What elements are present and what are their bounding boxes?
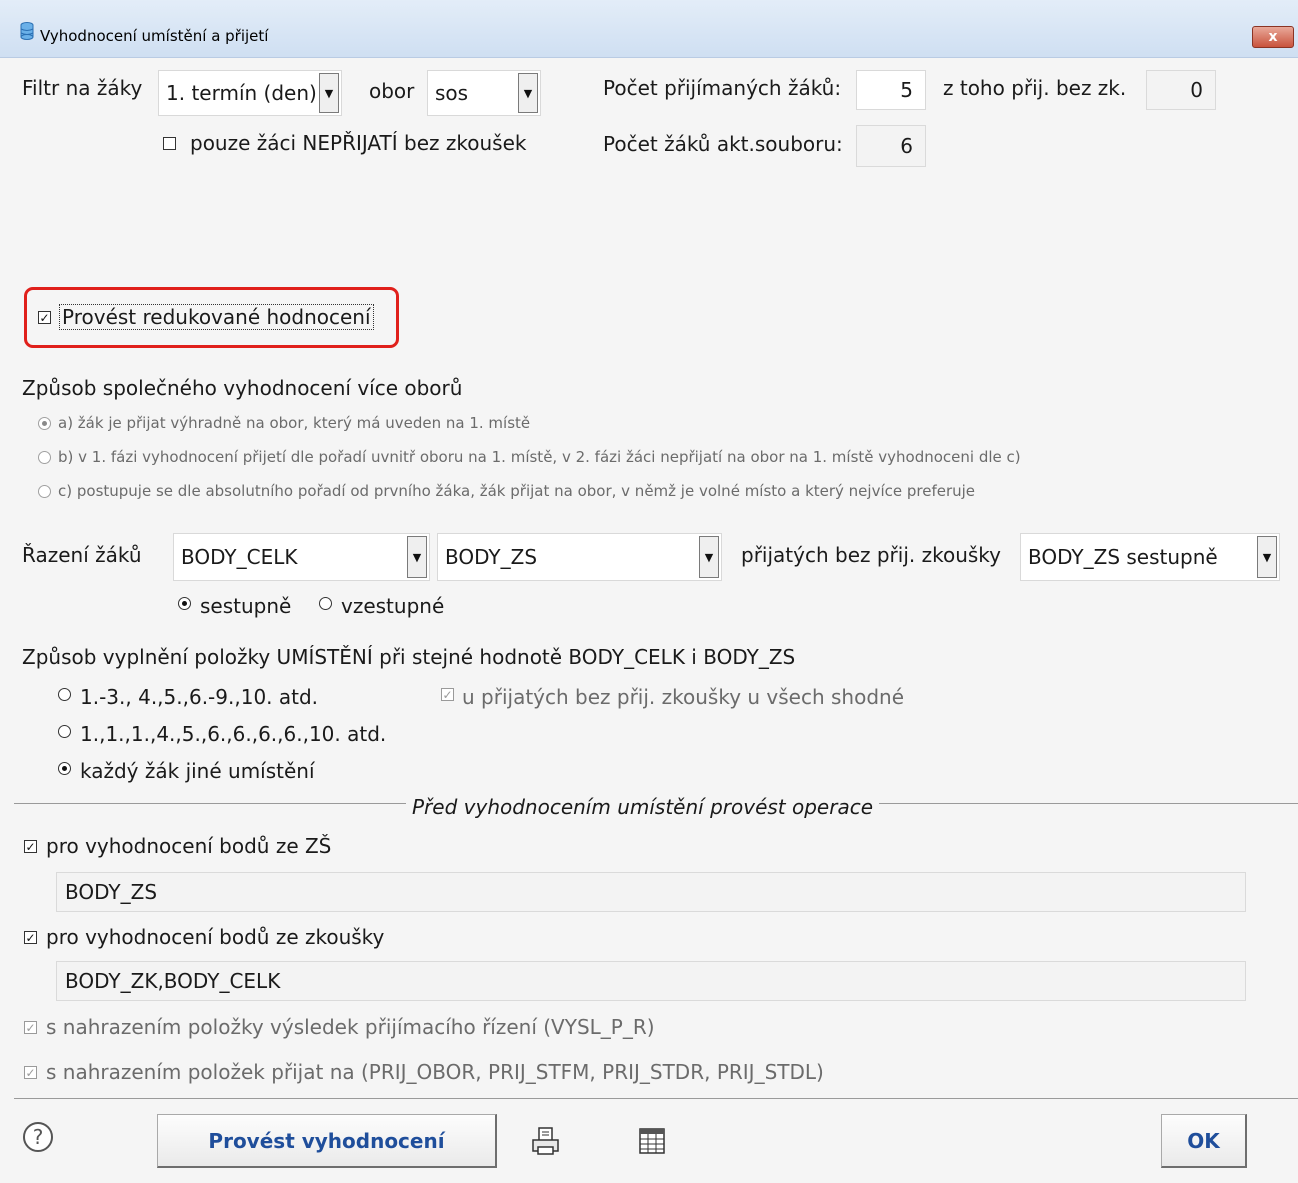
close-button[interactable]: x [1252,26,1294,48]
placement-option-1-label: 1.-3., 4.,5.,6.-9.,10. atd. [80,685,319,709]
sort-desc-radio[interactable] [178,597,191,610]
obor-select[interactable]: sos ▼ [427,70,541,116]
zs-points-label: pro vyhodnocení bodů ze ZŠ [46,834,332,858]
method-heading: Způsob společného vyhodnocení více oborů [22,376,463,400]
placement-option-1-radio[interactable] [58,688,71,701]
operations-legend: Před vyhodnocením umístění provést opera… [406,795,880,819]
admitted-count-label: Počet přijímaných žáků: [603,76,842,100]
close-icon: x [1268,29,1278,45]
table-icon[interactable] [637,1126,667,1156]
reduced-evaluation-checkbox[interactable]: ✓ [38,311,51,324]
zs-points-input[interactable]: BODY_ZS [56,872,1246,912]
placement-option-3-radio[interactable] [58,762,71,775]
chevron-down-icon[interactable]: ▼ [518,73,538,113]
database-icon [20,22,34,40]
zs-points-checkbox[interactable]: ✓ [24,840,37,853]
only-not-admitted-checkbox[interactable] [163,137,176,150]
replace-result-checkbox[interactable]: ✓ [24,1021,37,1034]
sort-without-exam-select[interactable]: BODY_ZS sestupně ▼ [1020,533,1280,581]
method-option-c-label: c) postupuje se dle absolutního pořadí o… [58,482,976,500]
ok-button[interactable]: OK [1161,1114,1247,1168]
same-for-all-checkbox[interactable]: ✓ [441,688,454,701]
filter-label: Filtr na žáky [22,76,143,100]
placement-option-2-label: 1.,1.,1.,4.,5.,6.,6.,6.,6.,10. atd. [80,722,387,746]
sort-desc-label: sestupně [200,594,292,618]
sort-field1-select[interactable]: BODY_CELK ▼ [173,533,430,581]
method-option-b-label: b) v 1. fázi vyhodnocení přijetí dle poř… [58,448,1021,466]
sort-field2-select[interactable]: BODY_ZS ▼ [437,533,722,581]
replace-admit-checkbox[interactable]: ✓ [24,1066,37,1079]
placement-option-2-radio[interactable] [58,725,71,738]
method-option-a-radio[interactable] [38,417,51,430]
footer-divider [14,1098,1298,1099]
run-evaluation-button[interactable]: Provést vyhodnocení [157,1114,497,1168]
chevron-down-icon[interactable]: ▼ [319,73,339,113]
without-exam-count-label: z toho přij. bez zk. [943,76,1127,100]
window-title: Vyhodnocení umístění a přijetí [40,27,269,45]
termin-value: 1. termín (den) [166,81,317,105]
sort-asc-radio[interactable] [319,597,332,610]
sort-field2-value: BODY_ZS [445,545,538,569]
method-option-b-radio[interactable] [38,451,51,464]
sorting-label: Řazení žáků [22,543,142,567]
placement-heading: Způsob vyplnění položky UMÍSTĚNÍ při ste… [22,645,796,669]
placement-option-3-label: každý žák jiné umístění [80,759,315,783]
file-count-value: 6 [856,125,926,167]
sort-asc-label: vzestupné [341,594,445,618]
obor-label: obor [369,79,415,103]
exam-points-input[interactable]: BODY_ZK,BODY_CELK [56,961,1246,1001]
printer-icon[interactable] [530,1125,562,1157]
sort-without-exam-label: přijatých bez přij. zkoušky [741,543,1001,567]
replace-result-label: s nahrazením položky výsledek přijímacíh… [46,1015,655,1039]
termin-select[interactable]: 1. termín (den) ▼ [158,70,342,116]
obor-value: sos [435,81,469,105]
method-option-c-radio[interactable] [38,485,51,498]
method-option-a-label: a) žák je přijat výhradně na obor, který… [58,414,531,432]
sort-field1-value: BODY_CELK [181,545,298,569]
only-not-admitted-label: pouze žáci NEPŘIJATÍ bez zkoušek [190,131,527,155]
file-count-label: Počet žáků akt.souboru: [603,132,843,156]
exam-points-label: pro vyhodnocení bodů ze zkoušky [46,925,385,949]
sort-without-exam-value: BODY_ZS sestupně [1028,545,1218,569]
chevron-down-icon[interactable]: ▼ [699,536,719,578]
help-icon[interactable]: ? [23,1122,53,1152]
same-for-all-label: u přijatých bez přij. zkoušky u všech sh… [462,685,905,709]
without-exam-count-value: 0 [1146,70,1216,110]
chevron-down-icon[interactable]: ▼ [1257,536,1277,578]
exam-points-checkbox[interactable]: ✓ [24,931,37,944]
reduced-evaluation-label[interactable]: Provést redukované hodnocení [59,304,374,330]
admitted-count-input[interactable]: 5 [856,70,926,110]
chevron-down-icon[interactable]: ▼ [407,536,427,578]
replace-admit-label: s nahrazením položek přijat na (PRIJ_OBO… [46,1060,824,1084]
